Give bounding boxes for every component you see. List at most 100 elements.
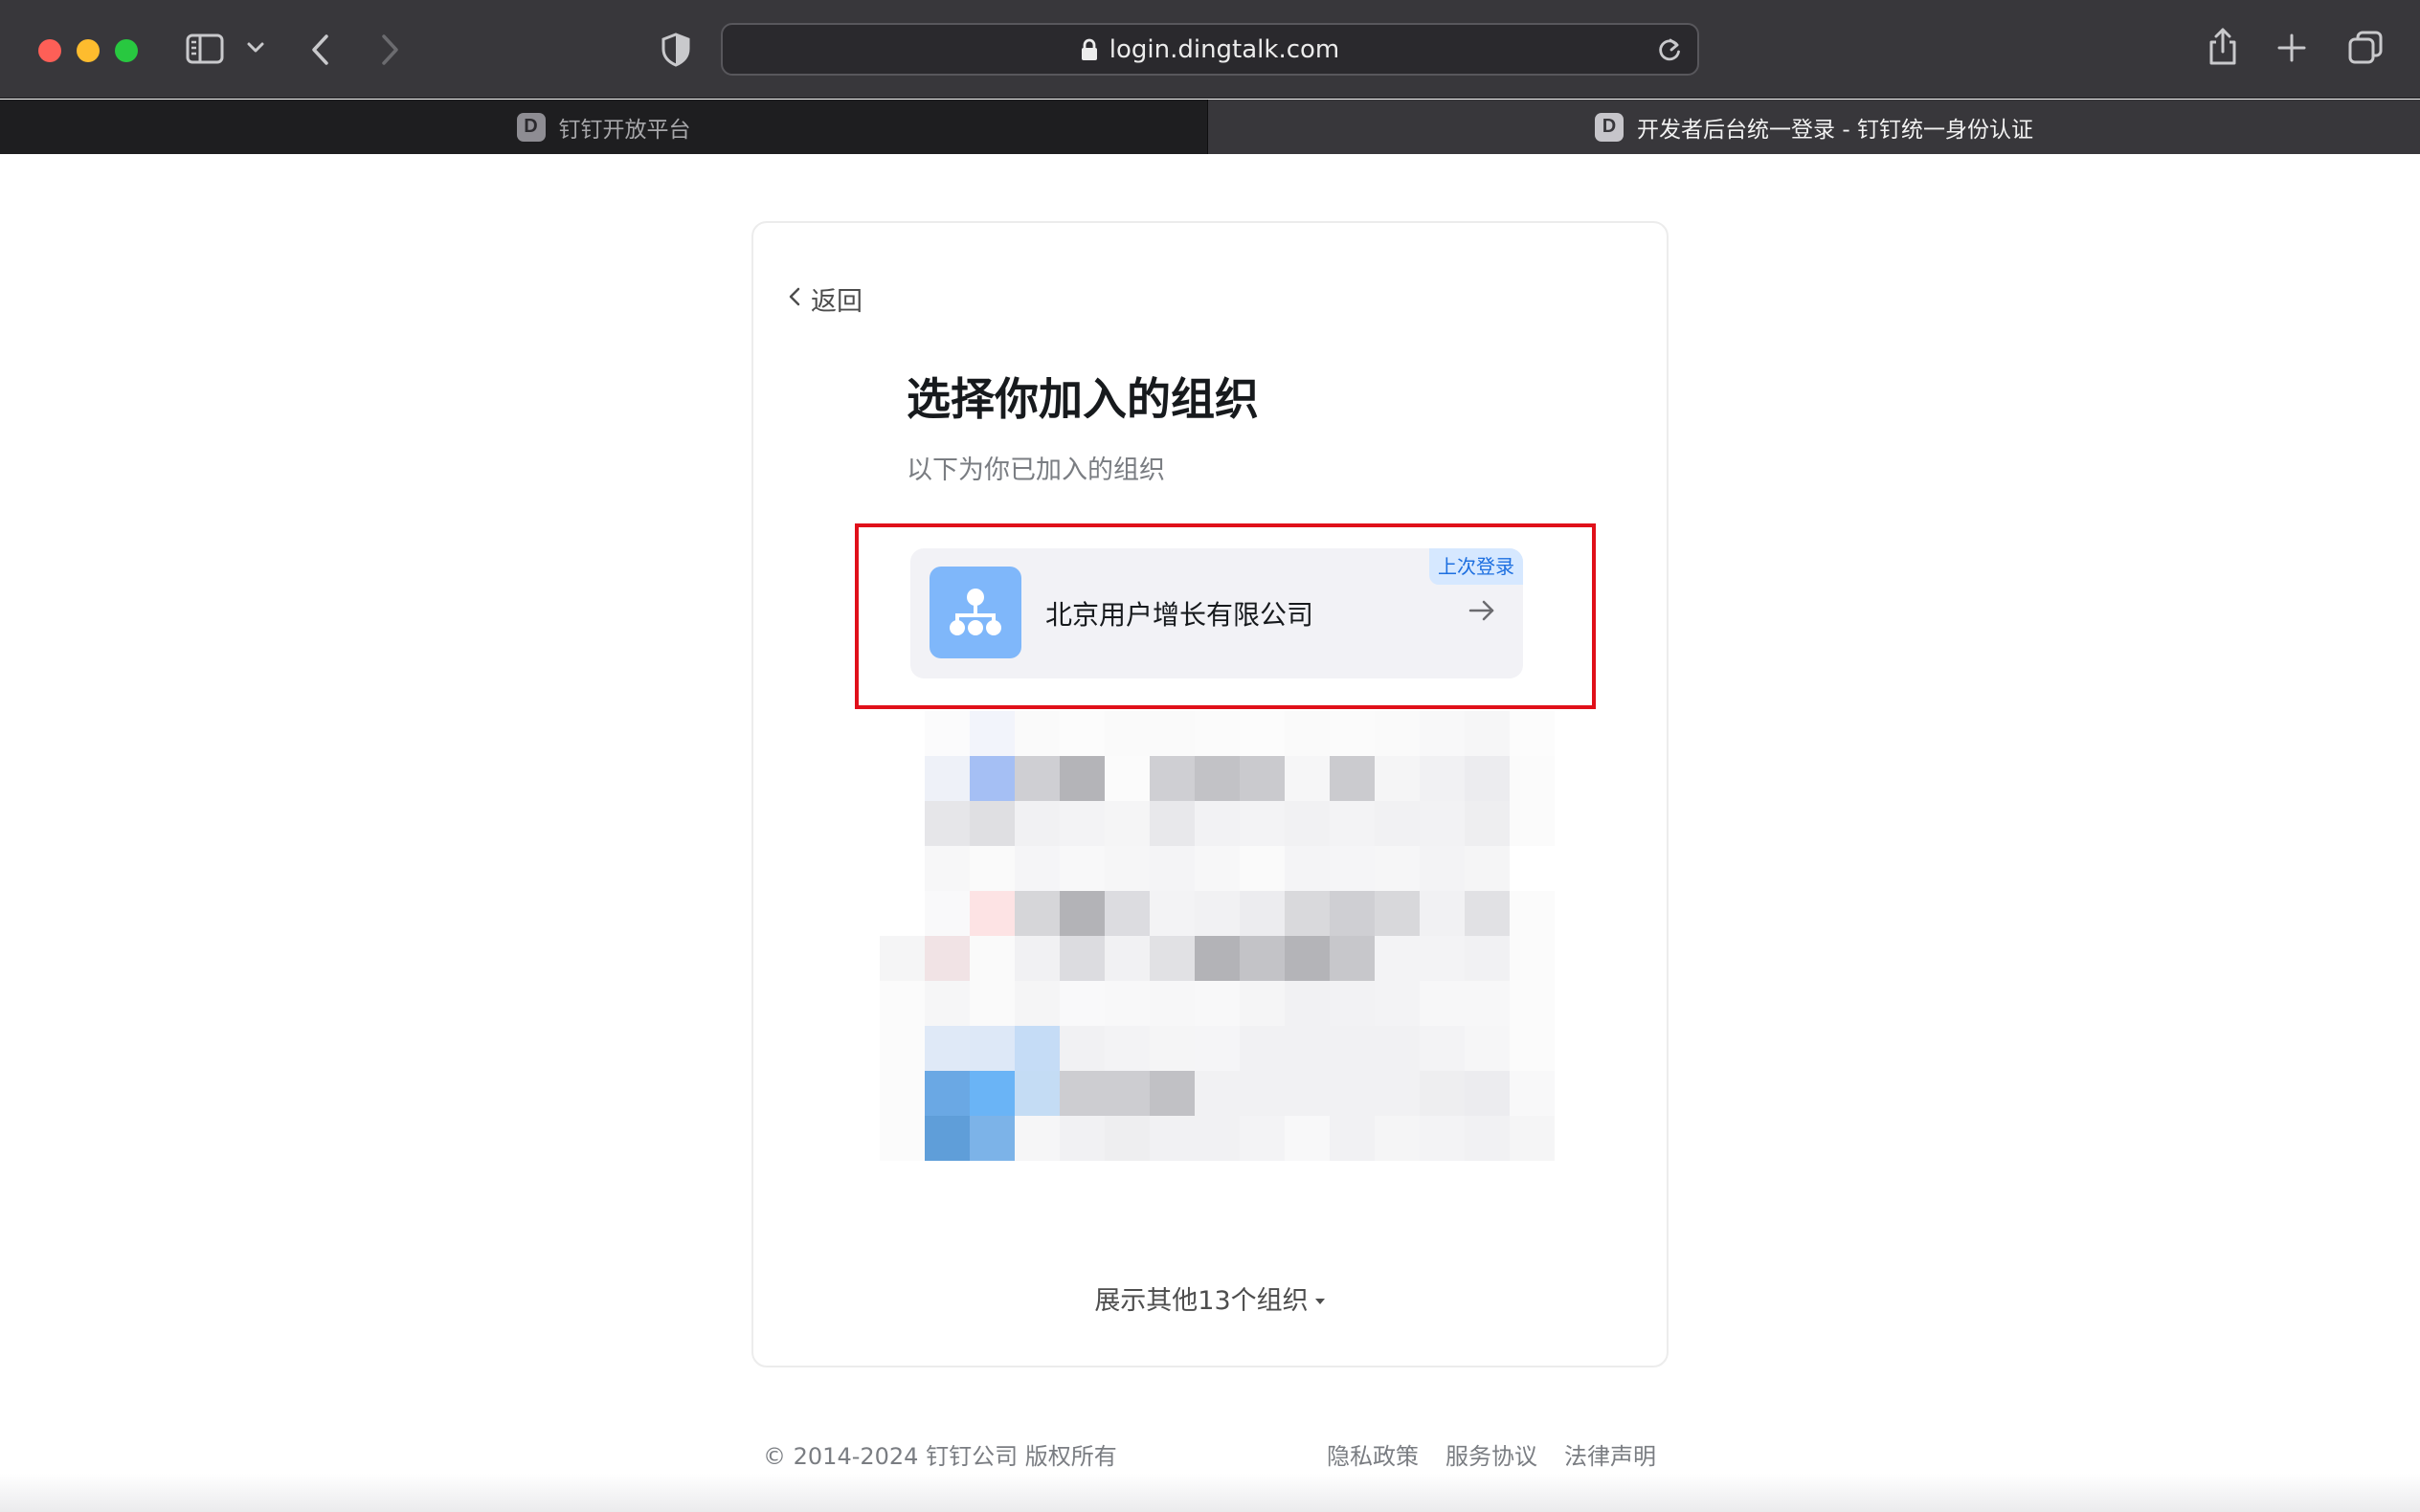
mosaic-cell [1285,891,1330,936]
mosaic-cell [1285,801,1330,846]
tab-developer-login[interactable]: D 开发者后台统一登录 - 钉钉统一身份认证 [1208,100,2420,154]
mosaic-cell [1330,891,1375,936]
mosaic-cell [1510,1026,1555,1071]
lock-icon [1081,38,1098,61]
mosaic-cell [1375,981,1420,1026]
reload-icon[interactable] [1657,36,1682,67]
mosaic-cell [880,981,925,1026]
mosaic-cell [1195,1071,1240,1116]
mosaic-cell [1150,846,1195,891]
mosaic-cell [925,801,970,846]
mosaic-cell [1015,801,1060,846]
mosaic-cell [1285,1026,1330,1071]
mosaic-cell [1510,1116,1555,1161]
mosaic-cell [1420,891,1465,936]
mosaic-cell [1510,711,1555,756]
zoom-window-button[interactable] [115,39,138,62]
page-subtitle: 以下为你已加入的组织 [907,456,1165,485]
mosaic-cell [1375,891,1420,936]
legal-notice-link[interactable]: 法律声明 [1564,1437,1656,1471]
tab-label: 开发者后台统一登录 - 钉钉统一身份认证 [1637,117,2033,143]
mosaic-cell [1465,936,1510,981]
mosaic-cell [1240,801,1285,846]
mosaic-cell [1285,936,1330,981]
chevron-left-icon [788,284,801,314]
mosaic-cell [1240,936,1285,981]
mosaic-cell [1420,1071,1465,1116]
tab-dingtalk-open-platform[interactable]: D 钉钉开放平台 [0,100,1208,154]
mosaic-cell [925,1071,970,1116]
mosaic-cell [1195,936,1240,981]
mosaic-cell [1510,936,1555,981]
mosaic-cell [1150,1026,1195,1071]
share-icon[interactable] [2207,27,2239,67]
mosaic-cell [1465,1116,1510,1161]
mosaic-cell [1060,891,1105,936]
chevron-down-icon[interactable] [245,40,266,56]
shield-icon[interactable] [661,33,691,67]
mosaic-cell [1195,801,1240,846]
mosaic-cell [970,1116,1015,1161]
mosaic-cell [1330,1071,1375,1116]
mosaic-cell [1015,1026,1060,1071]
mosaic-cell [1105,1026,1150,1071]
page-title: 选择你加入的组织 [907,373,1259,425]
mosaic-cell [1060,981,1105,1026]
minimize-window-button[interactable] [77,39,100,62]
forward-icon[interactable] [377,33,402,67]
mosaic-cell [1420,801,1465,846]
tabs-overview-icon[interactable] [2347,30,2384,66]
favicon-icon: D [1595,112,1625,142]
mosaic-cell [1195,711,1240,756]
privacy-policy-link[interactable]: 隐私政策 [1327,1437,1419,1471]
tab-bar: D 钉钉开放平台 D 开发者后台统一登录 - 钉钉统一身份认证 [0,100,2420,154]
mosaic-cell [1150,1116,1195,1161]
copyright-text: © 2014-2024 钉钉公司 版权所有 [763,1443,1117,1470]
service-agreement-link[interactable]: 服务协议 [1445,1437,1537,1471]
mosaic-cell [1330,1026,1375,1071]
blurred-org-list [880,711,1555,1161]
page-content: 返回 选择你加入的组织 以下为你已加入的组织 北京用户增长有限公司 上次登录 展… [0,155,2420,1512]
mosaic-cell [925,936,970,981]
mosaic-cell [1420,936,1465,981]
mosaic-cell [1240,756,1285,801]
mosaic-cell [1285,981,1330,1026]
close-window-button[interactable] [38,39,61,62]
mosaic-cell [1375,1026,1420,1071]
mosaic-cell [1420,1116,1465,1161]
mosaic-cell [880,711,925,756]
mosaic-cell [1015,756,1060,801]
mosaic-cell [1330,981,1375,1026]
mosaic-cell [1285,711,1330,756]
mosaic-cell [880,891,925,936]
mosaic-cell [880,846,925,891]
mosaic-cell [1465,1026,1510,1071]
mosaic-cell [1285,1071,1330,1116]
mosaic-cell [1195,981,1240,1026]
mosaic-cell [1015,846,1060,891]
browser-window: login.dingtalk.com D 钉钉开放平台 D 开发者后台统一登录 … [0,0,2420,1512]
mosaic-cell [1420,981,1465,1026]
mosaic-cell [970,801,1015,846]
browser-toolbar: login.dingtalk.com [0,0,2420,99]
page-bottom-fade [0,1474,2420,1512]
mosaic-cell [880,756,925,801]
mosaic-cell [1150,981,1195,1026]
sidebar-icon[interactable] [186,33,224,65]
mosaic-cell [1015,891,1060,936]
show-more-orgs-button[interactable]: 展示其他13个组织 [753,1279,1667,1317]
mosaic-cell [1105,756,1150,801]
mosaic-cell [1330,936,1375,981]
mosaic-cell [1240,846,1285,891]
back-icon[interactable] [308,33,333,67]
mosaic-cell [1465,891,1510,936]
mosaic-cell [1510,801,1555,846]
address-bar[interactable]: login.dingtalk.com [721,23,1699,76]
mosaic-cell [1195,1026,1240,1071]
back-button[interactable]: 返回 [788,280,863,318]
mosaic-cell [1150,756,1195,801]
mosaic-cell [1015,936,1060,981]
mosaic-cell [1465,711,1510,756]
org-list-item[interactable]: 北京用户增长有限公司 上次登录 [910,548,1523,678]
plus-icon[interactable] [2276,33,2307,63]
